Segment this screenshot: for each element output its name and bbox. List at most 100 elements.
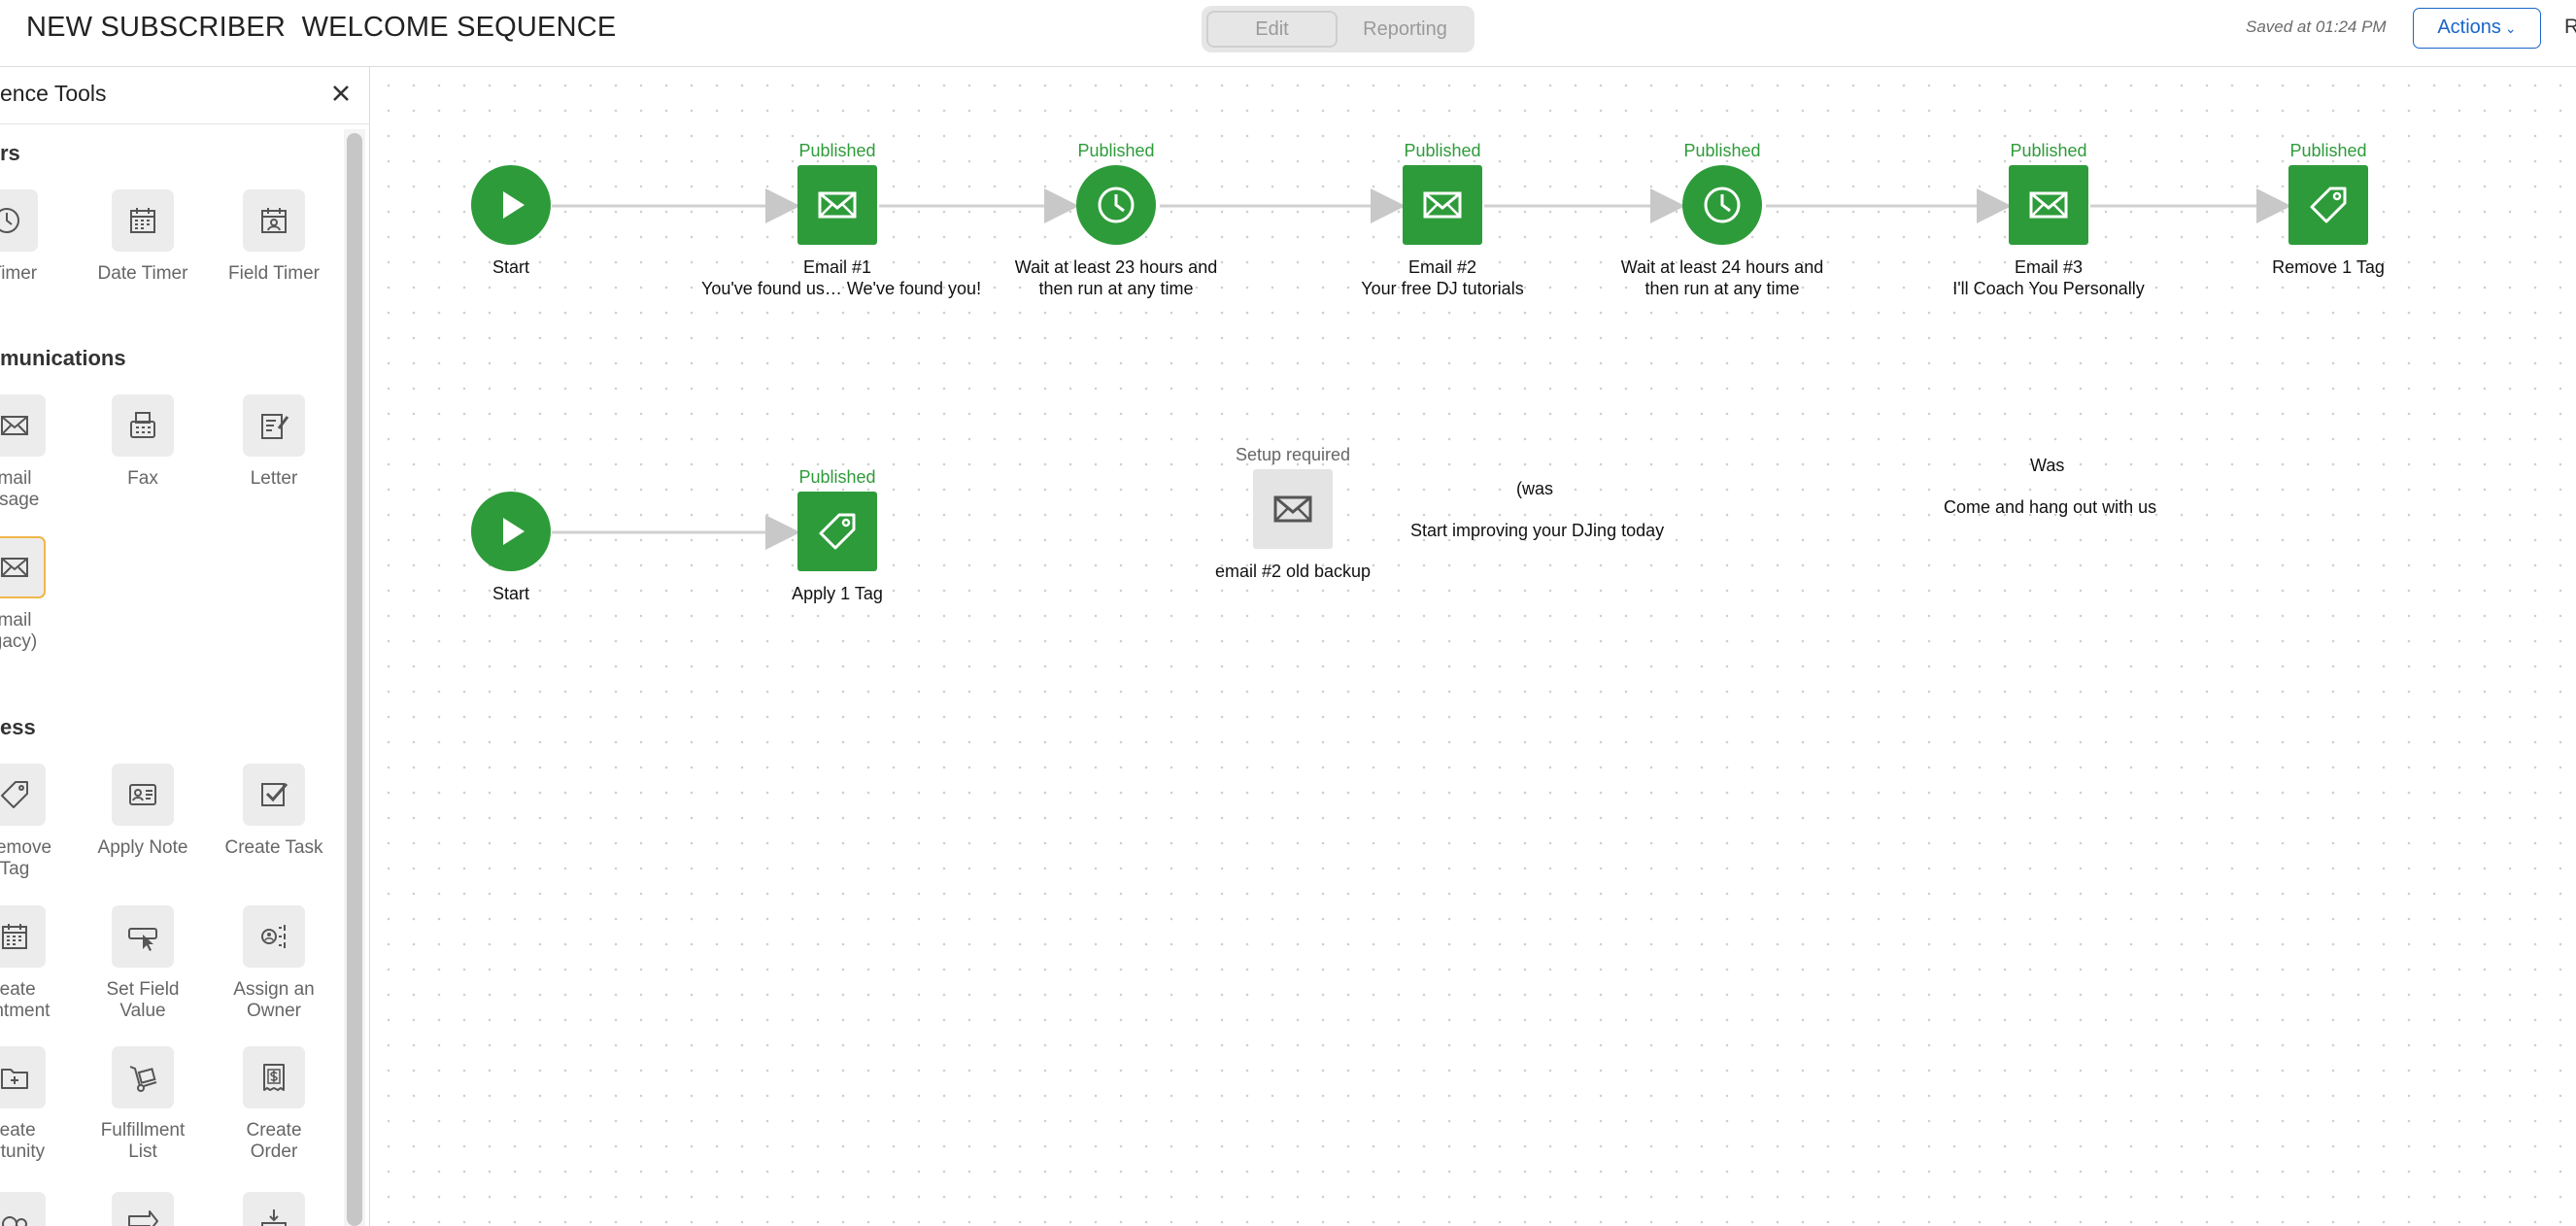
envelope-icon[interactable] (1253, 469, 1333, 549)
tool-apply-remove-tag[interactable]: /Remove Tag (0, 764, 78, 880)
start-node-1[interactable]: Start (375, 140, 647, 278)
canvas-note: Was (2030, 456, 2065, 475)
tool-label: Fulfillment List (100, 1120, 186, 1162)
old-email-node[interactable]: Setup required email #2 old backup (1157, 444, 1429, 582)
wait-timer-node-1[interactable]: Published Wait at least 23 hours and the… (980, 140, 1252, 299)
tool-label: reate pintment (0, 979, 51, 1021)
tool-label: Create Order (246, 1120, 302, 1162)
panel-scrollbar[interactable] (344, 129, 365, 1226)
tool-label: Apply Note (97, 837, 188, 858)
remove-tag-node[interactable]: Published Remove 1 Tag (2192, 140, 2464, 278)
panel-title: ence Tools (0, 81, 107, 106)
tool-label: Create Task (224, 837, 323, 858)
status-badge: Published (1077, 141, 1155, 160)
tab-reporting[interactable]: Reporting (1340, 11, 1470, 48)
apply-tag-node[interactable]: Published Apply 1 Tag (701, 466, 973, 604)
actions-button[interactable]: Actions ⌄ (2413, 8, 2541, 49)
tool-label: Fax (127, 468, 158, 489)
tool-assign-owner[interactable]: Assign an Owner (211, 905, 337, 1022)
node-label: Email #3 I'll Coach You Personally (1952, 257, 2145, 298)
envelope-icon[interactable] (2009, 165, 2088, 245)
tag-icon (1, 781, 28, 808)
status-badge: Setup required (1235, 445, 1351, 464)
tag-icon[interactable] (2288, 165, 2368, 245)
tool-label: mail ssage (0, 468, 40, 510)
canvas-note: Come and hang out with us (1944, 497, 2157, 517)
tool-label: y Timer (0, 263, 38, 284)
envelope-icon (1, 416, 28, 435)
tab-edit[interactable]: Edit (1206, 11, 1338, 48)
tool-label: Field Timer (228, 263, 320, 284)
node-label: Apply 1 Tag (792, 584, 883, 603)
folder-plus-icon (1, 1069, 28, 1089)
node-label: email #2 old backup (1214, 562, 1372, 581)
section-heading-timers: rs (0, 141, 20, 165)
sequence-title[interactable]: NEW SUBSCRIBER WELCOME SEQUENCE (26, 12, 616, 44)
clock-icon[interactable] (1076, 165, 1156, 245)
clock-icon[interactable] (1682, 165, 1762, 245)
actions-label: Actions (2437, 17, 2501, 38)
email-node-3[interactable]: Published Email #3 I'll Coach You Person… (1913, 140, 2185, 299)
tool-date-timer[interactable]: Date Timer (80, 189, 206, 285)
tool-create-appointment[interactable]: reate pintment (0, 905, 78, 1022)
play-icon[interactable] (471, 492, 551, 571)
tool-set-field-value[interactable]: Set Field Value (80, 905, 206, 1022)
email-node-1[interactable]: Published Email #1 You've found us… We'v… (701, 140, 981, 299)
assign-owner-icon (261, 925, 286, 948)
node-label: Wait at least 23 hours and then run at a… (1014, 257, 1218, 298)
sequence-tools-panel: ence Tools rs y Timer Date Timer Field T… (0, 67, 370, 1226)
canvas-note: (was (1516, 479, 1554, 498)
node-label: Email #2 Your free DJ tutorials (1361, 257, 1524, 298)
tool-label: Assign an Owner (233, 979, 315, 1021)
calendar-icon (130, 208, 155, 233)
saved-status: Saved at 01:24 PM (2246, 17, 2387, 36)
tool-delay-timer[interactable]: y Timer (0, 189, 70, 285)
tool-label: Date Timer (97, 263, 188, 284)
tool-create-order[interactable]: Create Order (211, 1046, 337, 1163)
field-calendar-icon (261, 208, 287, 233)
tool-label: Set Field Value (106, 979, 180, 1021)
hand-truck-icon (129, 1066, 157, 1092)
app-header: NEW SUBSCRIBER WELCOME SEQUENCE Edit Rep… (0, 0, 2576, 67)
header-edge-text[interactable]: R (2564, 16, 2576, 39)
start-node-2[interactable]: Start (375, 466, 647, 604)
fax-icon (130, 412, 155, 438)
tool-label: reate ortunity (0, 1120, 46, 1162)
calendar-icon (2, 924, 27, 949)
tool-email-legacy[interactable]: mail gacy) (0, 536, 78, 653)
coins-icon (2, 1216, 27, 1226)
section-heading-process: ess (0, 715, 36, 739)
inbox-arrow-icon (261, 1209, 287, 1226)
status-badge: Published (798, 141, 876, 160)
tag-icon[interactable] (797, 492, 877, 571)
tool-fulfillment-list[interactable]: Fulfillment List (80, 1046, 206, 1163)
close-icon[interactable] (326, 79, 356, 108)
tool-label: mail gacy) (0, 610, 38, 652)
clock-icon (0, 208, 19, 233)
tool-partial-http-post[interactable] (80, 1192, 206, 1226)
tool-label: Letter (250, 468, 298, 489)
tool-field-timer[interactable]: Field Timer (211, 189, 337, 285)
play-icon[interactable] (471, 165, 551, 245)
envelope-icon[interactable] (797, 165, 877, 245)
wait-timer-node-2[interactable]: Published Wait at least 24 hours and the… (1586, 140, 1858, 299)
tool-label: /Remove Tag (0, 837, 52, 879)
tool-create-task[interactable]: Create Task (211, 764, 337, 859)
scrollbar-thumb[interactable] (347, 133, 362, 1226)
tool-partial-payment[interactable] (0, 1192, 78, 1226)
note-card-icon (129, 784, 156, 805)
status-badge: Published (1683, 141, 1761, 160)
tool-letter[interactable]: Letter (211, 394, 337, 490)
canvas-note: Start improving your DJing today (1410, 521, 1665, 540)
status-badge: Published (798, 467, 876, 487)
node-label: Remove 1 Tag (2272, 257, 2385, 277)
tool-email-message[interactable]: mail ssage (0, 394, 78, 511)
tool-fax[interactable]: Fax (80, 394, 206, 490)
envelope-icon[interactable] (1403, 165, 1482, 245)
tool-create-opportunity[interactable]: reate ortunity (0, 1046, 78, 1163)
node-label: Start (491, 257, 529, 277)
tool-partial-inbox[interactable] (211, 1192, 337, 1226)
tool-apply-note[interactable]: Apply Note (80, 764, 206, 859)
email-node-2[interactable]: Published Email #2 Your free DJ tutorial… (1306, 140, 1578, 299)
sequence-nodes: Start Published Email #1 You've found us… (0, 0, 2576, 1226)
